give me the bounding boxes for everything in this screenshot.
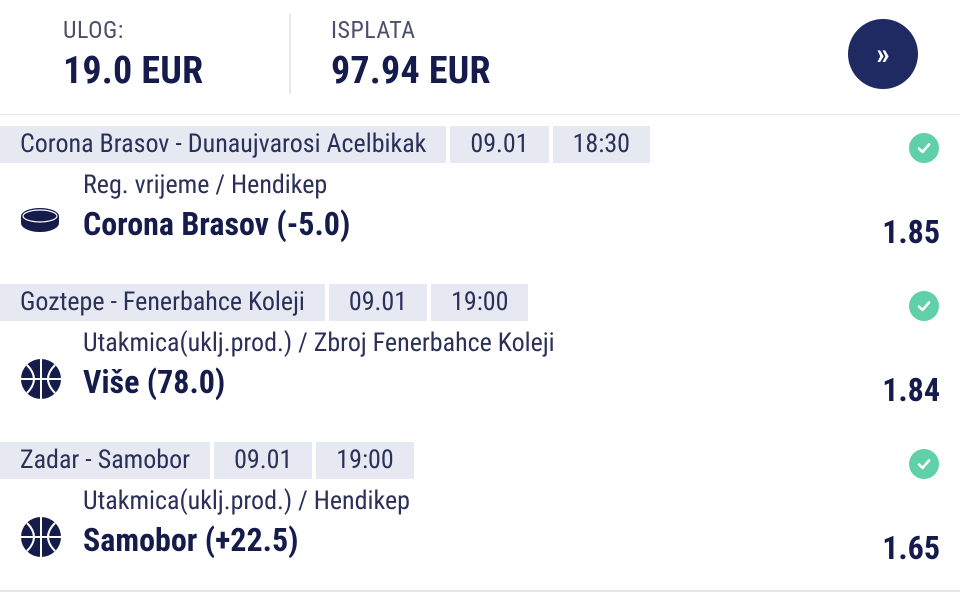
- odds-value: 1.85: [882, 213, 940, 251]
- stake-value: 19.0 EUR: [63, 49, 204, 93]
- hockey-puck-icon: [20, 200, 60, 240]
- payout-value: 97.94 EUR: [331, 49, 491, 93]
- match-date: 09.01: [450, 126, 549, 163]
- basketball-icon: [20, 358, 61, 399]
- stake-block: ULOG: 19.0 EUR: [63, 16, 203, 96]
- bet-item[interactable]: Corona Brasov - Dunaujvarosi Acelbikak 0…: [0, 116, 960, 276]
- odds-value: 1.84: [882, 371, 940, 409]
- market-label: Reg. vrijeme / Hendikep: [83, 170, 328, 200]
- odds-value: 1.65: [882, 529, 940, 567]
- next-button[interactable]: »: [848, 19, 918, 89]
- stake-label: ULOG:: [63, 16, 124, 44]
- payout-label: ISPLATA: [331, 16, 416, 44]
- payout-block: ISPLATA 97.94 EUR: [331, 16, 491, 96]
- market-label: Utakmica(uklj.prod.) / Hendikep: [83, 486, 410, 516]
- double-chevron-right-icon: »: [876, 36, 890, 72]
- match-date: 09.01: [214, 442, 313, 479]
- check-circle-icon: [909, 291, 939, 321]
- match-date: 09.01: [328, 284, 428, 321]
- check-circle-icon: [909, 133, 939, 163]
- match-time: 19:00: [431, 284, 529, 321]
- bet-item[interactable]: Zadar - Samobor 09.01 19:00 Utakmica(ukl…: [0, 432, 960, 592]
- check-circle-icon: [909, 449, 939, 479]
- selection-label: Više (78.0): [83, 363, 226, 401]
- match-info: Goztepe - Fenerbahce Koleji 09.01 19:00: [0, 284, 532, 321]
- header-divider: [289, 14, 291, 94]
- market-label: Utakmica(uklj.prod.) / Zbroj Fenerbahce …: [83, 328, 555, 358]
- basketball-icon: [20, 516, 61, 557]
- bet-item[interactable]: Goztepe - Fenerbahce Koleji 09.01 19:00 …: [0, 274, 960, 434]
- match-name: Goztepe - Fenerbahce Koleji: [0, 284, 325, 321]
- match-name: Corona Brasov - Dunaujvarosi Acelbikak: [0, 126, 447, 163]
- match-time: 19:00: [316, 442, 414, 479]
- match-time: 18:30: [552, 126, 651, 163]
- match-info: Zadar - Samobor 09.01 19:00: [0, 442, 418, 479]
- match-info: Corona Brasov - Dunaujvarosi Acelbikak 0…: [0, 126, 654, 163]
- selection-label: Corona Brasov (-5.0): [83, 205, 351, 243]
- selection-label: Samobor (+22.5): [83, 521, 299, 559]
- ticket-summary-header: ULOG: 19.0 EUR ISPLATA 97.94 EUR »: [0, 0, 960, 115]
- match-name: Zadar - Samobor: [0, 442, 211, 479]
